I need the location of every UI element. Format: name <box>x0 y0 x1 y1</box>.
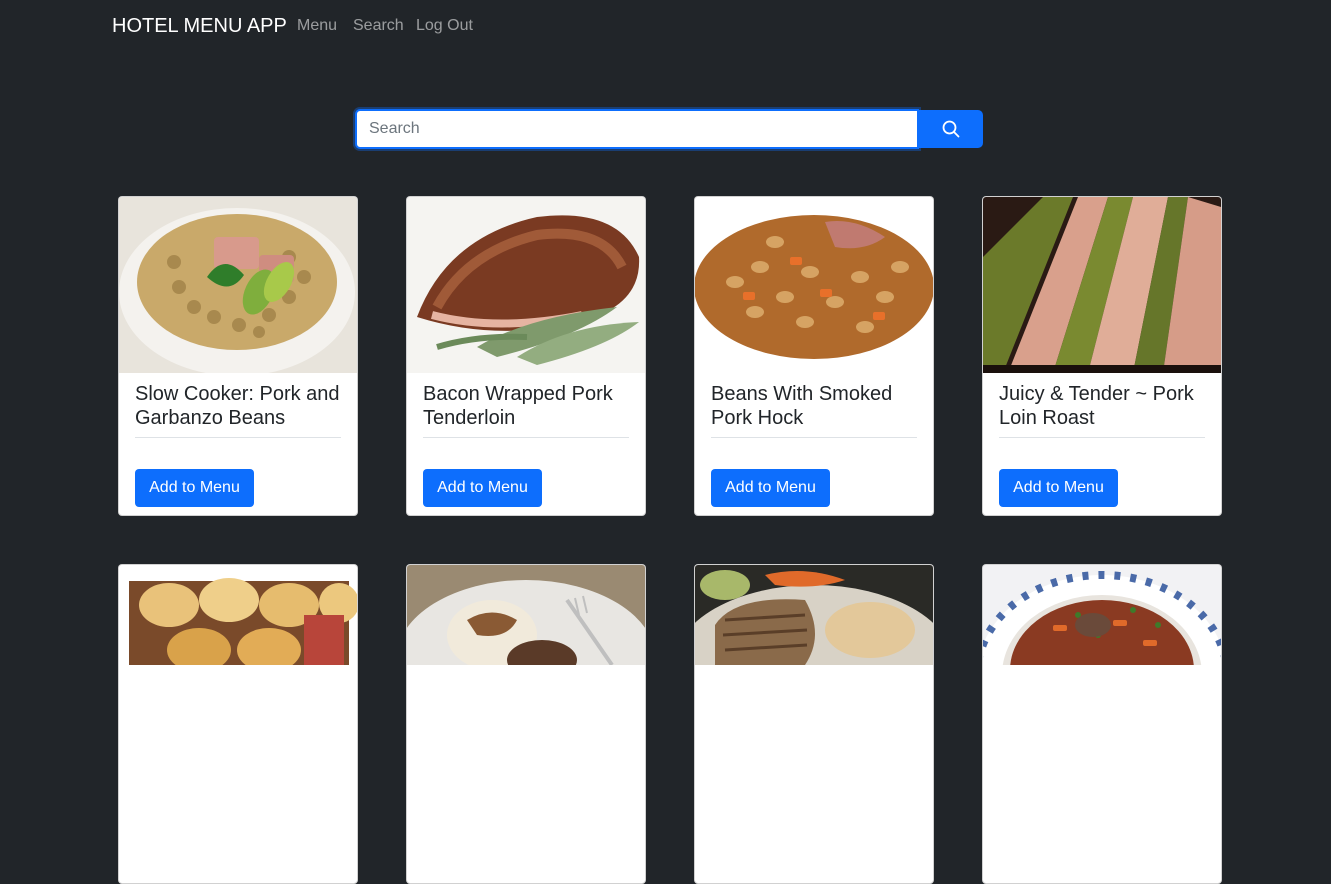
recipe-card: Beans With Smoked Pork Hock Add to Menu <box>694 196 934 516</box>
brand-logo[interactable]: HOTEL MENU APP <box>112 15 287 38</box>
navbar: HOTEL MENU APP Menu Search Log Out <box>0 0 1331 54</box>
search-bar <box>355 109 983 149</box>
add-to-menu-button[interactable]: Add to Menu <box>711 469 830 507</box>
add-to-menu-button[interactable]: Add to Menu <box>423 469 542 507</box>
recipe-image <box>983 197 1221 373</box>
recipe-card <box>118 564 358 884</box>
search-button[interactable] <box>918 110 983 148</box>
recipe-title: Beans With Smoked Pork Hock <box>711 383 893 429</box>
recipe-image <box>407 197 645 373</box>
recipe-card <box>982 564 1222 884</box>
recipe-image <box>119 565 357 665</box>
card-divider <box>711 437 917 438</box>
recipe-image <box>695 197 933 373</box>
add-to-menu-button[interactable]: Add to Menu <box>135 469 254 507</box>
nav-link-search[interactable]: Search <box>353 17 404 35</box>
recipe-image <box>407 565 645 665</box>
recipe-image <box>119 197 357 373</box>
recipe-card <box>694 564 934 884</box>
search-input[interactable] <box>355 109 919 149</box>
add-to-menu-button[interactable]: Add to Menu <box>999 469 1118 507</box>
recipe-card <box>406 564 646 884</box>
nav-link-logout[interactable]: Log Out <box>416 17 473 35</box>
recipe-image <box>983 565 1221 665</box>
recipe-title: Juicy & Tender ~ Pork Loin Roast <box>999 383 1194 429</box>
card-divider <box>135 437 341 438</box>
recipe-image <box>695 565 933 665</box>
card-divider <box>423 437 629 438</box>
recipe-card: Bacon Wrapped Pork Tenderloin Add to Men… <box>406 196 646 516</box>
nav-link-menu[interactable]: Menu <box>297 17 337 35</box>
card-divider <box>999 437 1205 438</box>
recipe-title: Slow Cooker: Pork and Garbanzo Beans <box>135 383 340 429</box>
recipe-title: Bacon Wrapped Pork Tenderloin <box>423 383 613 429</box>
recipe-card: Juicy & Tender ~ Pork Loin Roast Add to … <box>982 196 1222 516</box>
search-icon <box>942 120 959 138</box>
recipe-card: Slow Cooker: Pork and Garbanzo Beans Add… <box>118 196 358 516</box>
